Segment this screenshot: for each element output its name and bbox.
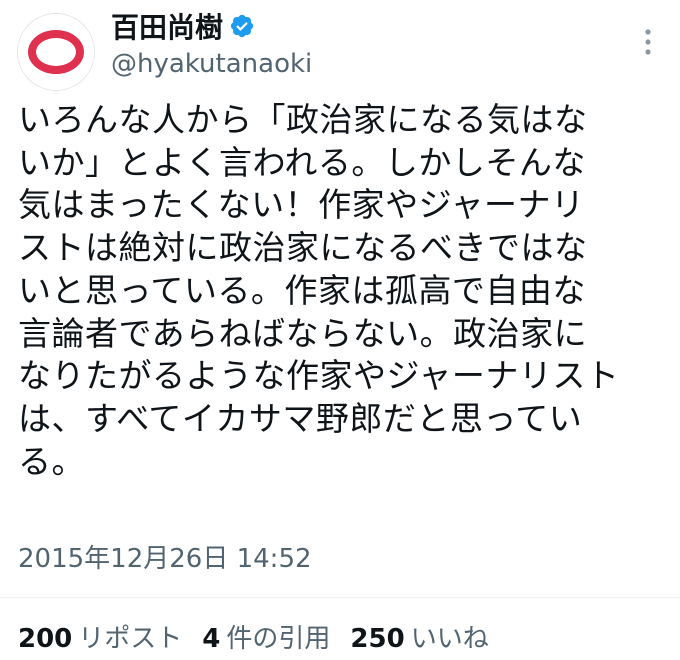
likes-count: 250	[350, 624, 405, 654]
author-handle[interactable]: @hyakutanaoki	[111, 49, 312, 79]
tweet-line: 気はまったくない！作家やジャーナリ	[18, 185, 585, 225]
likes-stat[interactable]: 250 いいね	[350, 618, 488, 655]
tweet-line: いと思っている。作家は孤高で自由な	[18, 270, 586, 310]
reposts-count: 200	[18, 624, 73, 654]
tweet-text: いろんな人から「政治家になる気はな いか」とよく言われる。しかしそんな 気はまっ…	[18, 99, 668, 483]
tweet-line: いろんな人から「政治家になる気はな	[18, 100, 588, 139]
tweet-timestamp[interactable]: 2015年12月26日 14:52	[18, 538, 312, 575]
avatar-logo	[28, 30, 84, 74]
author-name-row: 百田尚樹	[111, 8, 255, 44]
quotes-stat[interactable]: 4 件の引用	[202, 618, 330, 655]
tweet-line: は、すべてイカサマ野郎だと思ってい	[18, 398, 583, 438]
engagement-stats: 200 リポスト 4 件の引用 250 いいね	[18, 618, 509, 655]
more-options-icon	[645, 29, 651, 55]
author-display-name[interactable]: 百田尚樹	[111, 6, 223, 46]
quotes-count: 4	[202, 624, 221, 654]
likes-label: いいね	[410, 624, 489, 654]
reposts-label: リポスト	[78, 624, 183, 654]
quotes-label: 件の引用	[226, 624, 331, 654]
tweet-line: なりたがるような作家やジャーナリスト	[18, 356, 620, 396]
verified-badge-icon	[230, 14, 254, 38]
reposts-stat[interactable]: 200 リポスト	[18, 618, 182, 655]
divider	[0, 597, 680, 598]
tweet-line: ストは絶対に政治家になるべきではな	[18, 228, 588, 268]
tweet-line: る。	[18, 441, 85, 481]
tweet-line: いか」とよく言われる。しかしそんな	[18, 142, 586, 182]
avatar[interactable]	[17, 13, 95, 91]
tweet-line: 言論者であらねばならない。政治家に	[18, 313, 588, 353]
more-options-button[interactable]	[636, 25, 660, 59]
